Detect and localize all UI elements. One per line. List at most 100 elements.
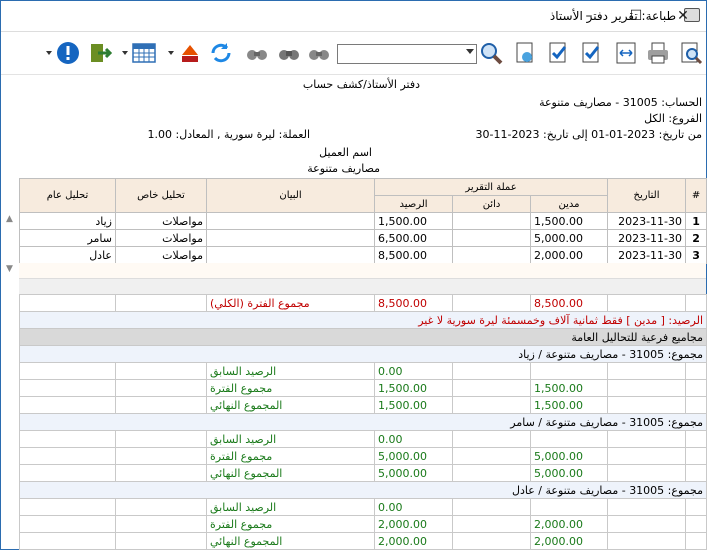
report-header: دفتر الأستاذ/كشف حساب الحساب: 31005 - مص… bbox=[1, 76, 706, 178]
search-combo[interactable] bbox=[337, 44, 477, 64]
help-dropdown-arrow[interactable] bbox=[46, 51, 52, 55]
empty-cell bbox=[19, 396, 116, 414]
print-preview-icon[interactable] bbox=[679, 41, 703, 65]
horizontal-scrollbar[interactable] bbox=[19, 278, 706, 294]
col-balance[interactable]: الرصيد bbox=[373, 195, 454, 213]
account-line: الحساب: 31005 - مصاريف متنوعة bbox=[539, 96, 702, 109]
empty-cell bbox=[115, 515, 207, 533]
row-balance[interactable]: 8,500.00 bbox=[373, 246, 454, 264]
col-credit[interactable]: دائن bbox=[452, 195, 532, 213]
empty-cell bbox=[115, 447, 207, 465]
close-button[interactable]: ✕ bbox=[660, 1, 706, 32]
group-debit: 5,000.00 bbox=[530, 464, 608, 482]
print-icon[interactable] bbox=[646, 41, 670, 65]
row-debit[interactable]: 5,000.00 bbox=[530, 229, 609, 247]
row-general-analysis[interactable]: سامر bbox=[19, 229, 116, 247]
scroll-up-icon[interactable]: ▲ bbox=[6, 214, 13, 224]
page-width-icon[interactable] bbox=[614, 41, 638, 65]
maximize-button[interactable]: ☐ bbox=[613, 1, 659, 32]
row-balance[interactable]: 1,500.00 bbox=[373, 212, 454, 230]
binoculars-icon[interactable] bbox=[277, 41, 301, 65]
exit-icon[interactable] bbox=[88, 41, 112, 65]
row-number[interactable]: 3 bbox=[685, 246, 707, 264]
empty-cell bbox=[19, 532, 116, 550]
table-row[interactable]: 2 2023-11-30 5,000.00 6,500.00 مواصلات سامر bbox=[19, 229, 707, 247]
empty-cell bbox=[607, 515, 686, 533]
row-statement[interactable] bbox=[206, 212, 375, 230]
scroll-down-icon[interactable]: ▼ bbox=[6, 264, 13, 274]
find-previous-icon[interactable] bbox=[307, 41, 331, 65]
info-icon[interactable] bbox=[56, 41, 80, 65]
group-line-label: المجموع النهائي bbox=[206, 464, 375, 482]
group-line-label: مجموع الفترة bbox=[206, 515, 375, 533]
empty-cell bbox=[607, 379, 686, 397]
row-general-analysis[interactable]: زياد bbox=[19, 212, 116, 230]
table-row[interactable]: 1 2023-11-30 1,500.00 1,500.00 مواصلات زياد bbox=[19, 212, 707, 230]
empty-cell bbox=[607, 430, 686, 448]
empty-cell bbox=[452, 430, 531, 448]
check-doc-icon[interactable] bbox=[579, 41, 603, 65]
group-line: 0.00 الرصيد السابق bbox=[19, 430, 707, 448]
group-line: 1,500.00 1,500.00 مجموع الفترة bbox=[19, 379, 707, 397]
group-balance: 1,500.00 bbox=[374, 396, 453, 414]
group-line: 5,000.00 5,000.00 المجموع النهائي bbox=[19, 464, 707, 482]
col-date[interactable]: التاريخ bbox=[607, 178, 687, 213]
group-debit bbox=[530, 362, 608, 380]
row-general-analysis[interactable]: عادل bbox=[19, 246, 116, 264]
col-num[interactable]: # bbox=[685, 178, 707, 213]
table-row[interactable]: 3 2023-11-30 2,000.00 8,500.00 مواصلات عادل bbox=[19, 246, 707, 264]
row-date[interactable]: 2023-11-30 bbox=[607, 246, 687, 264]
empty-cell bbox=[685, 447, 707, 465]
row-statement[interactable] bbox=[206, 229, 375, 247]
select-pages-icon[interactable] bbox=[546, 41, 570, 65]
empty-cell bbox=[452, 464, 531, 482]
col-statement[interactable]: البيان bbox=[206, 178, 375, 213]
period-total-label: مجموع الفترة (الكلي) bbox=[206, 294, 375, 312]
currency-line: العملة: ليرة سورية , المعادل: 1.00 bbox=[147, 128, 311, 141]
group-line-label: مجموع الفترة bbox=[206, 447, 375, 465]
export-dropdown-arrow[interactable] bbox=[168, 51, 174, 55]
group-line-label: الرصيد السابق bbox=[206, 430, 375, 448]
group-line-label: مجموع الفترة bbox=[206, 379, 375, 397]
empty-cell bbox=[19, 379, 116, 397]
find-next-icon[interactable] bbox=[245, 41, 269, 65]
minimize-button[interactable]: – bbox=[566, 1, 612, 32]
row-private-analysis[interactable]: مواصلات bbox=[115, 212, 207, 230]
calendar-dropdown-arrow[interactable] bbox=[122, 51, 128, 55]
row-credit[interactable] bbox=[452, 229, 532, 247]
row-credit[interactable] bbox=[452, 212, 532, 230]
group-line: 0.00 الرصيد السابق bbox=[19, 498, 707, 516]
row-date[interactable]: 2023-11-30 bbox=[607, 212, 687, 230]
row-credit[interactable] bbox=[452, 246, 532, 264]
group-balance: 5,000.00 bbox=[374, 447, 453, 465]
calendar-grid-icon[interactable] bbox=[132, 41, 156, 65]
combo-arrow-icon[interactable] bbox=[466, 49, 474, 54]
empty-cell bbox=[115, 430, 207, 448]
col-private-analysis[interactable]: تحليل خاص bbox=[115, 178, 207, 213]
empty-cell bbox=[19, 447, 116, 465]
col-debit[interactable]: مدين bbox=[530, 195, 609, 213]
row-private-analysis[interactable]: مواصلات bbox=[115, 246, 207, 264]
row-statement[interactable] bbox=[206, 246, 375, 264]
row-date[interactable]: 2023-11-30 bbox=[607, 229, 687, 247]
group-line-label: المجموع النهائي bbox=[206, 532, 375, 550]
row-number[interactable]: 2 bbox=[685, 229, 707, 247]
empty-cell bbox=[685, 379, 707, 397]
row-number[interactable]: 1 bbox=[685, 212, 707, 230]
row-debit[interactable]: 2,000.00 bbox=[530, 246, 609, 264]
group-balance: 1,500.00 bbox=[374, 379, 453, 397]
search-icon[interactable] bbox=[479, 41, 503, 65]
group-line-label: المجموع النهائي bbox=[206, 396, 375, 414]
refresh-icon[interactable] bbox=[209, 41, 233, 65]
row-debit[interactable]: 1,500.00 bbox=[530, 212, 609, 230]
total-debit: 8,500.00 bbox=[530, 294, 608, 312]
group-title: مجموع: 31005 - مصاريف متنوعة / زياد bbox=[19, 345, 707, 363]
col-general-analysis[interactable]: تحليل عام bbox=[19, 178, 116, 213]
export-icon[interactable] bbox=[178, 41, 202, 65]
empty-cell bbox=[452, 396, 531, 414]
row-private-analysis[interactable]: مواصلات bbox=[115, 229, 207, 247]
empty-cell bbox=[19, 464, 116, 482]
page-setup-icon[interactable] bbox=[513, 41, 537, 65]
row-balance[interactable]: 6,500.00 bbox=[373, 229, 454, 247]
group-line: 1,500.00 1,500.00 المجموع النهائي bbox=[19, 396, 707, 414]
